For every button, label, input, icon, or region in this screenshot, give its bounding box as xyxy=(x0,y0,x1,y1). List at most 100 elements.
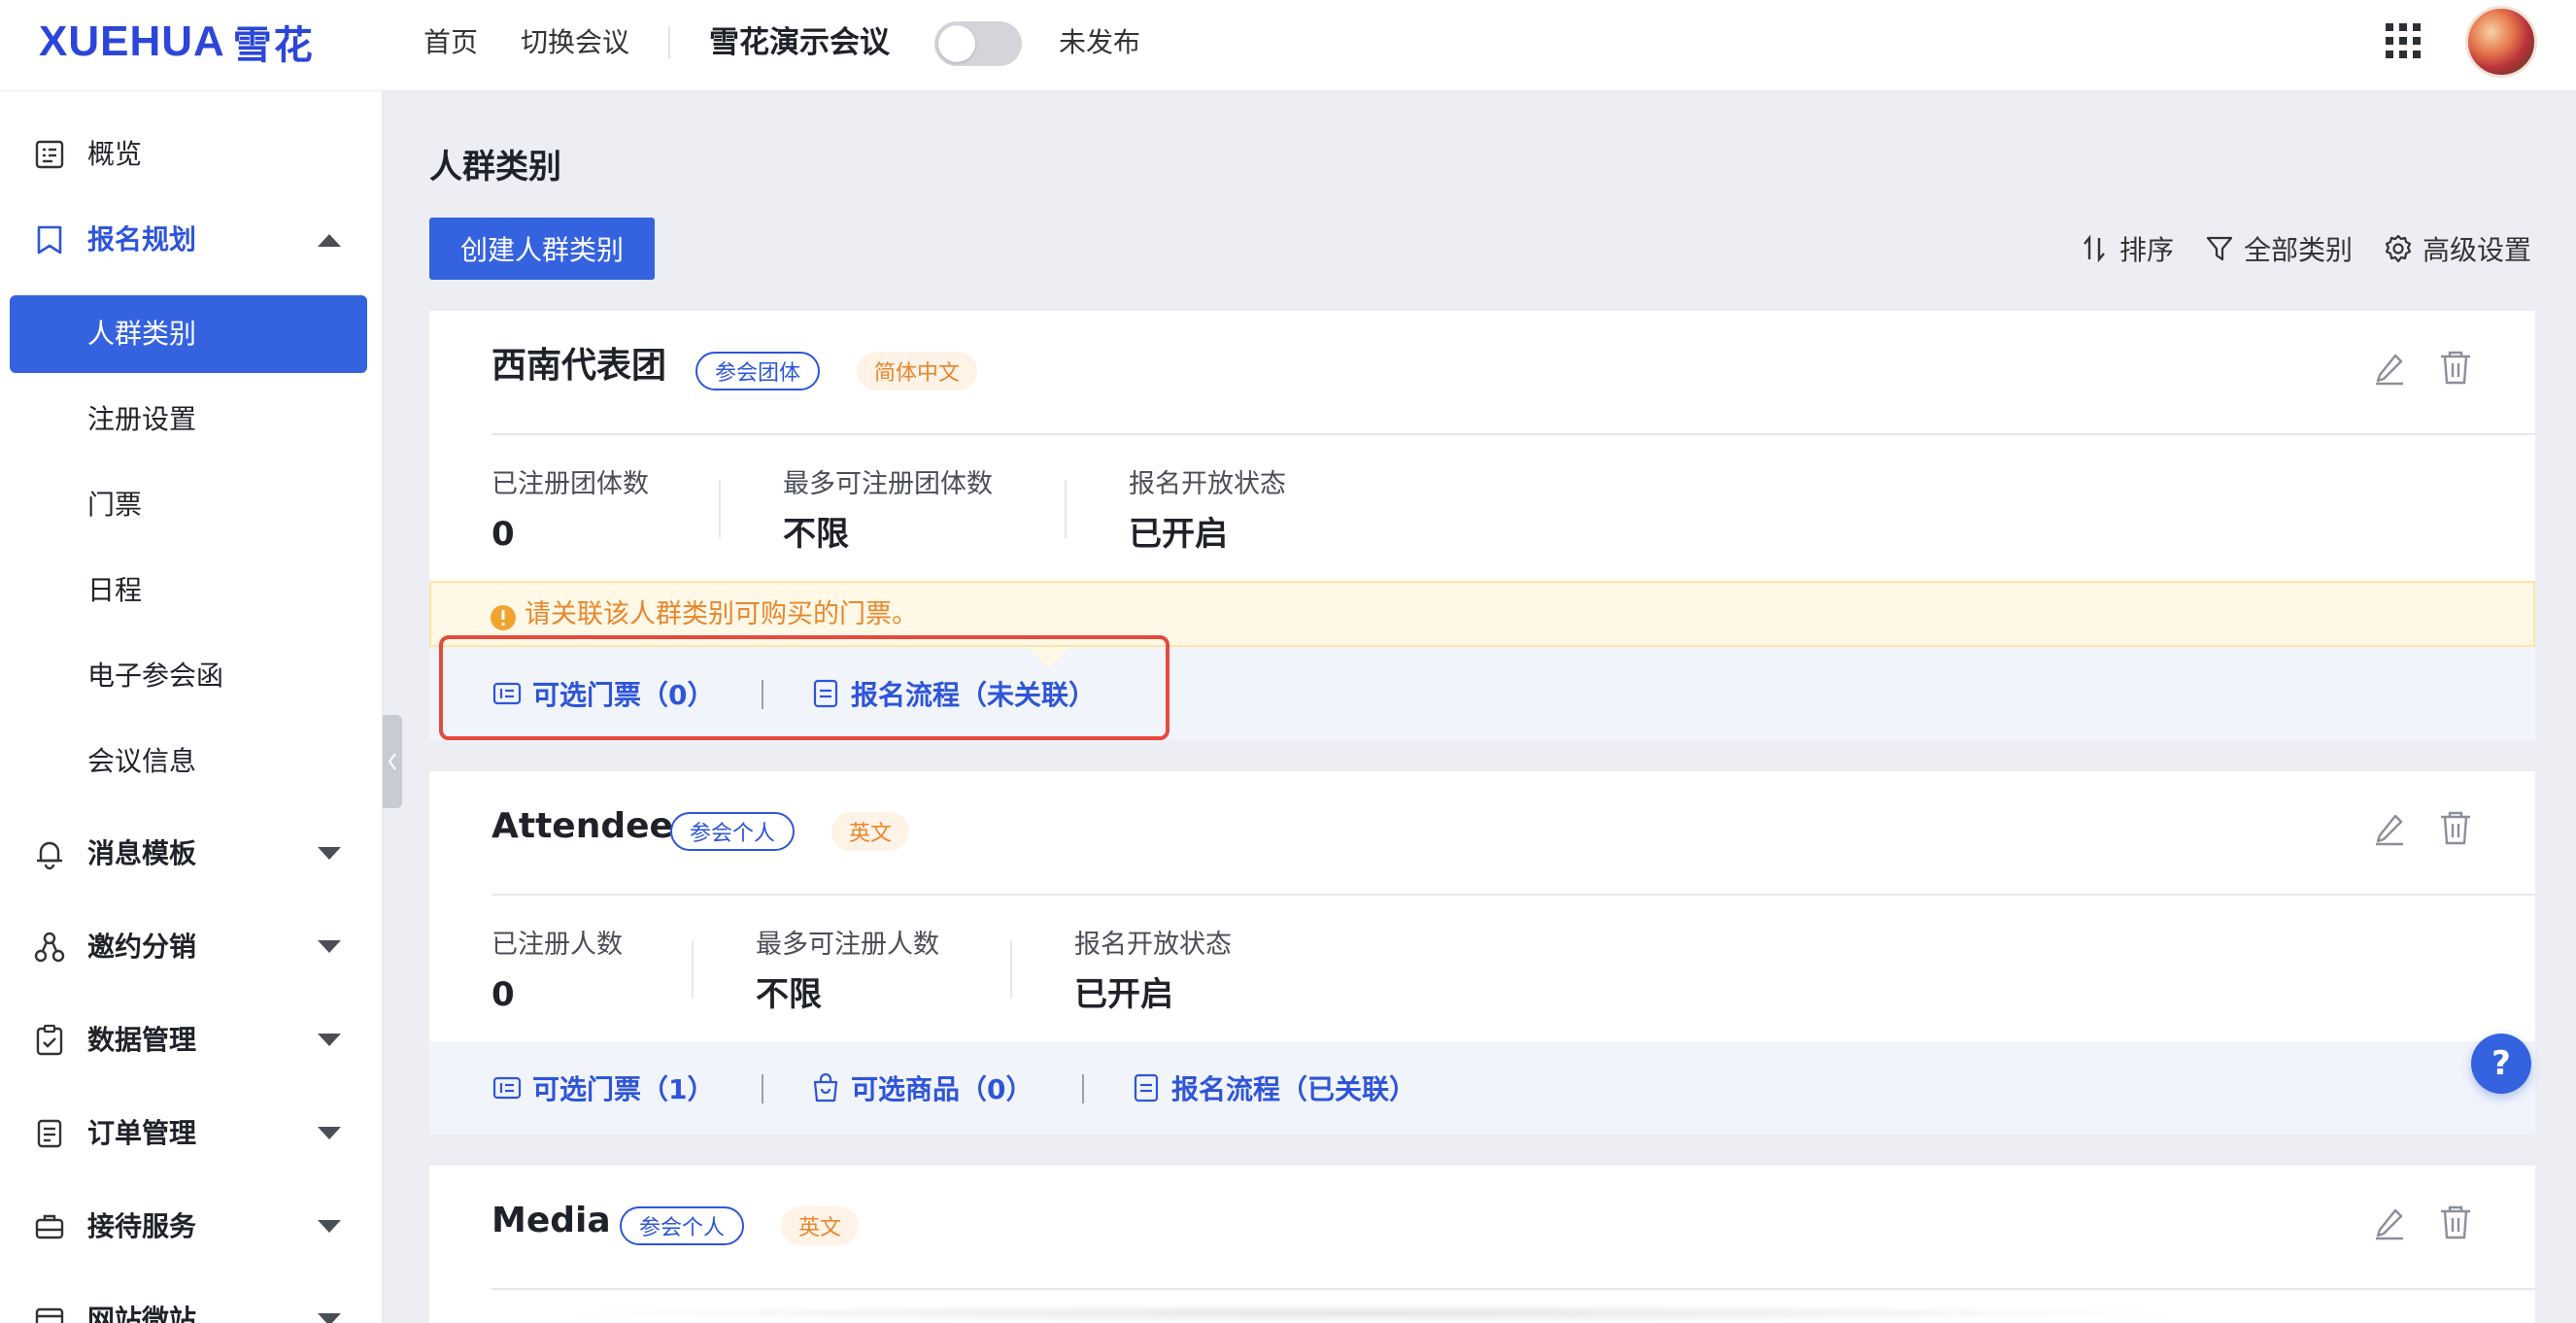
clipboard-check-icon xyxy=(36,1024,63,1056)
category-name: Attendee xyxy=(491,806,673,846)
type-tag: 参会个人 xyxy=(620,1206,745,1245)
sidebar-collapse-handle[interactable] xyxy=(383,715,402,808)
user-avatar[interactable] xyxy=(2465,6,2537,78)
sort-label: 排序 xyxy=(2119,234,2175,266)
sidebar-item-label: 邀约分销 xyxy=(87,931,197,963)
nav-home-link[interactable]: 首页 xyxy=(424,23,478,62)
advanced-settings-button[interactable]: 高级设置 xyxy=(2384,229,2531,268)
language-tag: 英文 xyxy=(831,812,910,851)
audience-category-card: Media 参会个人 英文 xyxy=(429,1166,2535,1323)
sidebar-item-overview[interactable]: 概览 xyxy=(0,125,382,184)
stat-divider xyxy=(692,940,694,999)
sidebar-item-order-management[interactable]: 订单管理 xyxy=(0,1104,382,1163)
logo[interactable]: XUEHUA 雪花 xyxy=(39,16,315,68)
toggle-knob xyxy=(938,25,975,62)
audience-category-card: 西南代表团 参会团体 简体中文 已注册团体数 0 最多可注册团体数 不限 报名开… xyxy=(429,311,2535,740)
grid-apps-icon[interactable] xyxy=(2384,21,2423,60)
document-icon xyxy=(813,679,838,708)
link-label: 可选商品（0） xyxy=(851,1073,1034,1105)
registration-flow-link[interactable]: 报名流程（未关联） xyxy=(810,674,1096,713)
card-divider xyxy=(491,894,2535,896)
card-divider xyxy=(491,1288,2535,1290)
page-title: 人群类别 xyxy=(429,148,561,187)
ticket-icon xyxy=(492,682,522,705)
link-separator xyxy=(762,680,763,709)
stat-max-groups: 最多可注册团体数 不限 xyxy=(783,466,993,558)
link-label: 可选门票（0） xyxy=(532,679,715,711)
ticket-icon xyxy=(492,1076,522,1100)
available-products-link[interactable]: 可选商品（0） xyxy=(810,1069,1033,1107)
gear-icon xyxy=(2385,234,2412,263)
warning-banner: 请关联该人群类别可购买的门票。 xyxy=(429,581,2535,647)
sort-icon xyxy=(2084,234,2105,263)
sidebar-item-website[interactable]: 网站微站 xyxy=(0,1291,382,1323)
publish-status: 未发布 xyxy=(1059,26,1141,58)
sidebar-subitem-meeting-info[interactable]: 会议信息 xyxy=(10,723,367,800)
shopping-bag-icon xyxy=(813,1072,838,1102)
sidebar-subitem-label: 人群类别 xyxy=(87,318,197,350)
sidebar-subitem-label: 电子参会函 xyxy=(87,660,224,692)
sidebar-item-reception-service[interactable]: 接待服务 xyxy=(0,1198,382,1256)
chevron-down-icon xyxy=(318,847,341,860)
filter-label: 全部类别 xyxy=(2244,234,2354,266)
card-link-bar: 可选门票（1） 可选商品（0） 报名流程（已关联） xyxy=(429,1041,2535,1135)
help-button[interactable]: ? xyxy=(2471,1034,2531,1094)
publish-toggle[interactable] xyxy=(934,21,1022,66)
delete-icon[interactable] xyxy=(2436,808,2475,847)
available-tickets-link[interactable]: 可选门票（1） xyxy=(491,1069,714,1107)
sidebar-subitem-schedule[interactable]: 日程 xyxy=(10,552,367,629)
stat-max-people: 最多可注册人数 不限 xyxy=(756,927,939,1018)
stat-label: 最多可注册人数 xyxy=(756,930,939,960)
chevron-down-icon xyxy=(318,940,341,953)
stat-label: 报名开放状态 xyxy=(1074,930,1232,960)
chevron-down-icon xyxy=(318,1127,341,1139)
stat-label: 报名开放状态 xyxy=(1129,469,1286,499)
filter-all-categories-button[interactable]: 全部类别 xyxy=(2205,229,2353,268)
warning-caret xyxy=(1028,647,1070,668)
delete-icon[interactable] xyxy=(2436,1203,2475,1241)
sidebar-item-message-templates[interactable]: 消息模板 xyxy=(0,825,382,883)
card-link-bar: 可选门票（0） 报名流程（未关联） xyxy=(429,647,2535,740)
bell-icon xyxy=(37,841,62,870)
sidebar-subitem-tickets[interactable]: 门票 xyxy=(10,466,367,544)
sidebar-subitem-e-invitation[interactable]: 电子参会函 xyxy=(10,637,367,715)
sidebar-item-label: 订单管理 xyxy=(87,1117,197,1149)
nav-switch-meeting-link[interactable]: 切换会议 xyxy=(521,23,629,62)
delete-icon[interactable] xyxy=(2436,348,2475,387)
sidebar-subitem-registration-settings[interactable]: 注册设置 xyxy=(10,381,367,458)
sidebar-subitem-audience-category[interactable]: 人群类别 xyxy=(10,295,367,373)
stat-registration-status: 报名开放状态 已开启 xyxy=(1074,927,1232,1018)
stat-value: 已开启 xyxy=(1074,975,1173,1014)
sidebar-item-data-management[interactable]: 数据管理 xyxy=(0,1011,382,1069)
warning-text: 请关联该人群类别可购买的门票。 xyxy=(525,599,918,629)
sidebar-item-label: 概览 xyxy=(87,138,143,170)
edit-icon[interactable] xyxy=(2370,808,2409,847)
link-separator xyxy=(762,1074,763,1103)
stat-label: 已注册人数 xyxy=(491,930,623,960)
edit-icon[interactable] xyxy=(2370,1203,2409,1241)
nav-divider xyxy=(668,26,670,59)
stat-value: 0 xyxy=(491,975,515,1014)
meeting-title: 雪花演示会议 xyxy=(709,25,890,60)
sidebar-item-registration-planning[interactable]: 报名规划 xyxy=(0,211,382,269)
warning-icon xyxy=(491,605,516,630)
edit-icon[interactable] xyxy=(2370,348,2409,387)
type-tag: 参会个人 xyxy=(670,812,796,851)
sort-button[interactable]: 排序 xyxy=(2081,229,2174,268)
overview-icon xyxy=(35,140,64,169)
type-tag: 参会团体 xyxy=(695,352,821,390)
sidebar-item-invite-distribution[interactable]: 邀约分销 xyxy=(0,918,382,976)
stat-label: 已注册团体数 xyxy=(491,469,649,499)
create-audience-category-button[interactable]: 创建人群类别 xyxy=(429,218,655,280)
stat-value: 不限 xyxy=(783,515,849,554)
filter-icon xyxy=(2206,236,2233,261)
stat-registration-status: 报名开放状态 已开启 xyxy=(1129,466,1286,558)
sidebar-item-label: 数据管理 xyxy=(87,1024,197,1056)
audience-category-card: Attendee 参会个人 英文 已注册人数 0 最多可注册人数 不限 报名开放… xyxy=(429,771,2535,1135)
chevron-left-icon xyxy=(388,753,396,770)
registration-flow-link[interactable]: 报名流程（已关联） xyxy=(1131,1069,1416,1107)
available-tickets-link[interactable]: 可选门票（0） xyxy=(491,674,714,713)
link-label: 可选门票（1） xyxy=(532,1073,715,1105)
sidebar: 概览 报名规划 人群类别 注册设置 门票 日程 电子参会函 会议信息 消息模板 xyxy=(0,91,383,1323)
chevron-down-icon xyxy=(318,1034,341,1046)
